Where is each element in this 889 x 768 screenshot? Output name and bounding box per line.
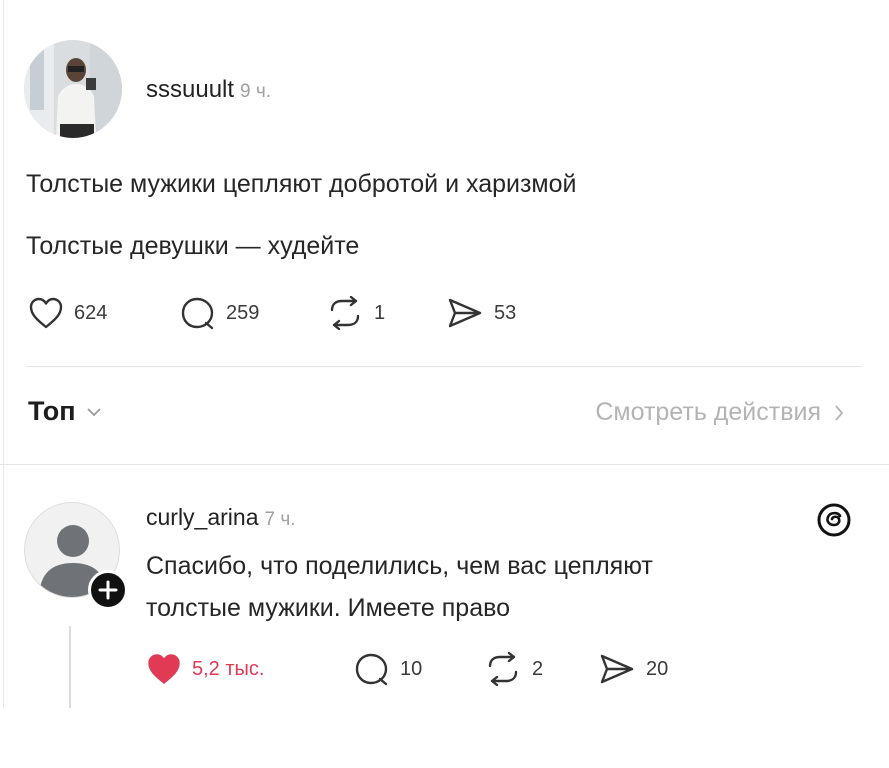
avatar-photo-icon [24, 40, 122, 138]
reply-text-line-2: толстые мужики. Имеете право [146, 594, 511, 622]
reply-name-row: curly_arina 7 ч. [146, 504, 296, 531]
heart-icon [29, 297, 63, 329]
comment-count: 259 [226, 301, 260, 324]
chevron-down-icon [86, 407, 101, 416]
heart-filled-icon [148, 654, 180, 684]
threads-logo-icon[interactable] [816, 502, 852, 538]
frame-border [3, 0, 4, 708]
author-avatar[interactable] [24, 40, 122, 138]
thread-line [69, 626, 71, 708]
sort-label: Топ [28, 396, 76, 426]
chevron-right-icon [835, 404, 844, 421]
share-button[interactable]: 53 [446, 296, 516, 330]
reply-repost-count: 2 [532, 657, 544, 680]
comment-icon [181, 297, 214, 330]
repost-count: 1 [374, 301, 386, 324]
author-username[interactable]: sssuuult [146, 76, 234, 103]
repost-icon [488, 652, 518, 686]
reply-share-button[interactable]: 20 [598, 652, 668, 686]
threads-screenshot: sssuuult 9 ч. Толстые мужики цепляют добр… [0, 0, 889, 708]
reply-text-line-1: Спасибо, что поделились, чем вас цепляют [146, 552, 653, 580]
repost-icon [330, 296, 360, 330]
comment-icon [355, 653, 388, 686]
sort-dropdown[interactable]: Топ [28, 396, 102, 427]
reply-comment-button[interactable]: 10 [354, 652, 422, 686]
post-text-line-2: Толстые девушки — худейте [26, 232, 360, 260]
post-time: 9 ч. [240, 81, 272, 102]
comment-button[interactable]: 259 [180, 296, 259, 330]
author-name-row: sssuuult 9 ч. [146, 76, 271, 104]
repost-button[interactable]: 1 [326, 296, 385, 330]
view-activity-link[interactable]: Смотреть действия [595, 398, 845, 427]
plus-icon [98, 580, 118, 600]
share-icon [600, 654, 634, 684]
divider [26, 366, 862, 367]
share-icon [448, 298, 482, 328]
view-activity-label: Смотреть действия [595, 398, 821, 426]
divider [0, 464, 889, 465]
reply-comment-count: 10 [400, 657, 423, 680]
reply-username[interactable]: curly_arina [146, 504, 259, 530]
reply-share-count: 20 [646, 657, 669, 680]
share-count: 53 [494, 301, 517, 324]
post-text-line-1: Толстые мужики цепляют добротой и харизм… [26, 170, 577, 198]
reply-like-button[interactable]: 5,2 тыс. [146, 652, 264, 686]
reply-time: 7 ч. [264, 509, 296, 530]
follow-plus-button[interactable] [88, 570, 128, 610]
like-button[interactable]: 624 [28, 296, 107, 330]
reply-repost-button[interactable]: 2 [484, 652, 543, 686]
reply-like-count: 5,2 тыс. [192, 657, 265, 680]
like-count: 624 [74, 301, 108, 324]
